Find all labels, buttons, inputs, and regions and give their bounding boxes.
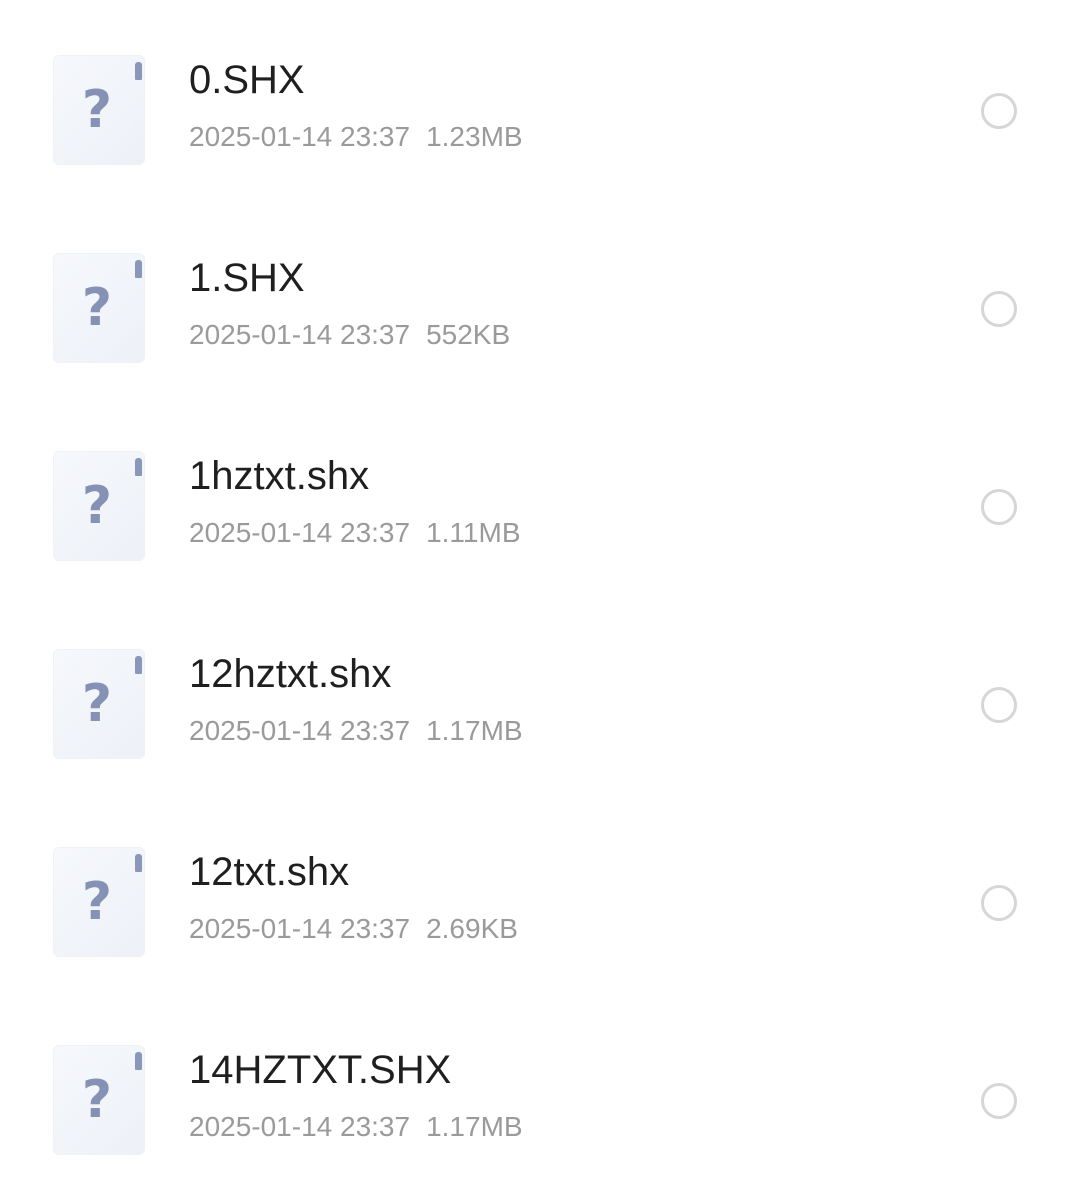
- unknown-file-icon: ?: [54, 650, 144, 758]
- file-corner-fold: [135, 458, 142, 476]
- file-date: 2025-01-14 23:37: [189, 1111, 411, 1142]
- file-size: 1.23MB: [426, 121, 523, 152]
- file-name: 14HZTXT.SHX: [189, 1048, 452, 1092]
- file-name: 0.SHX: [189, 58, 305, 102]
- question-mark-icon: ?: [81, 80, 113, 140]
- file-meta: 2025-01-14 23:37 552KB: [189, 318, 510, 352]
- file-row[interactable]: ? 1.SHX 2025-01-14 23:37 552KB: [0, 198, 1080, 396]
- file-meta: 2025-01-14 23:37 1.17MB: [189, 1110, 523, 1144]
- file-name: 12hztxt.shx: [189, 652, 392, 696]
- select-radio-button[interactable]: [981, 687, 1017, 723]
- file-corner-fold: [135, 260, 142, 278]
- file-row[interactable]: ? 12txt.shx 2025-01-14 23:37 2.69KB: [0, 792, 1080, 990]
- question-mark-icon: ?: [81, 674, 113, 734]
- file-name: 12txt.shx: [189, 850, 350, 894]
- file-meta: 2025-01-14 23:37 1.17MB: [189, 714, 523, 748]
- file-date: 2025-01-14 23:37: [189, 517, 411, 548]
- file-size: 1.17MB: [426, 715, 523, 746]
- file-corner-fold: [135, 62, 142, 80]
- question-mark-icon: ?: [81, 476, 113, 536]
- select-radio-button[interactable]: [981, 291, 1017, 327]
- question-mark-icon: ?: [81, 872, 113, 932]
- file-name: 1hztxt.shx: [189, 454, 370, 498]
- file-size: 1.11MB: [426, 517, 521, 548]
- file-row[interactable]: ? 0.SHX 2025-01-14 23:37 1.23MB: [0, 0, 1080, 198]
- select-radio-button[interactable]: [981, 489, 1017, 525]
- unknown-file-icon: ?: [54, 254, 144, 362]
- file-meta: 2025-01-14 23:37 1.23MB: [189, 120, 523, 154]
- file-row[interactable]: ? 1hztxt.shx 2025-01-14 23:37 1.11MB: [0, 396, 1080, 594]
- file-row[interactable]: ? 12hztxt.shx 2025-01-14 23:37 1.17MB: [0, 594, 1080, 792]
- select-radio-button[interactable]: [981, 93, 1017, 129]
- file-meta: 2025-01-14 23:37 2.69KB: [189, 912, 518, 946]
- file-date: 2025-01-14 23:37: [189, 715, 411, 746]
- question-mark-icon: ?: [81, 278, 113, 338]
- unknown-file-icon: ?: [54, 1046, 144, 1154]
- file-date: 2025-01-14 23:37: [189, 121, 411, 152]
- unknown-file-icon: ?: [54, 848, 144, 956]
- file-size: 2.69KB: [426, 913, 518, 944]
- unknown-file-icon: ?: [54, 452, 144, 560]
- file-corner-fold: [135, 854, 142, 872]
- select-radio-button[interactable]: [981, 1083, 1017, 1119]
- question-mark-icon: ?: [81, 1070, 113, 1130]
- file-size: 1.17MB: [426, 1111, 523, 1142]
- select-radio-button[interactable]: [981, 885, 1017, 921]
- file-list: ? 0.SHX 2025-01-14 23:37 1.23MB ? 1.SHX 2…: [0, 0, 1080, 1200]
- file-date: 2025-01-14 23:37: [189, 913, 411, 944]
- file-size: 552KB: [426, 319, 511, 350]
- file-corner-fold: [135, 656, 142, 674]
- file-meta: 2025-01-14 23:37 1.11MB: [189, 516, 521, 550]
- unknown-file-icon: ?: [54, 56, 144, 164]
- file-name: 1.SHX: [189, 256, 305, 300]
- file-date: 2025-01-14 23:37: [189, 319, 411, 350]
- file-row[interactable]: ? 14HZTXT.SHX 2025-01-14 23:37 1.17MB: [0, 990, 1080, 1188]
- file-corner-fold: [135, 1052, 142, 1070]
